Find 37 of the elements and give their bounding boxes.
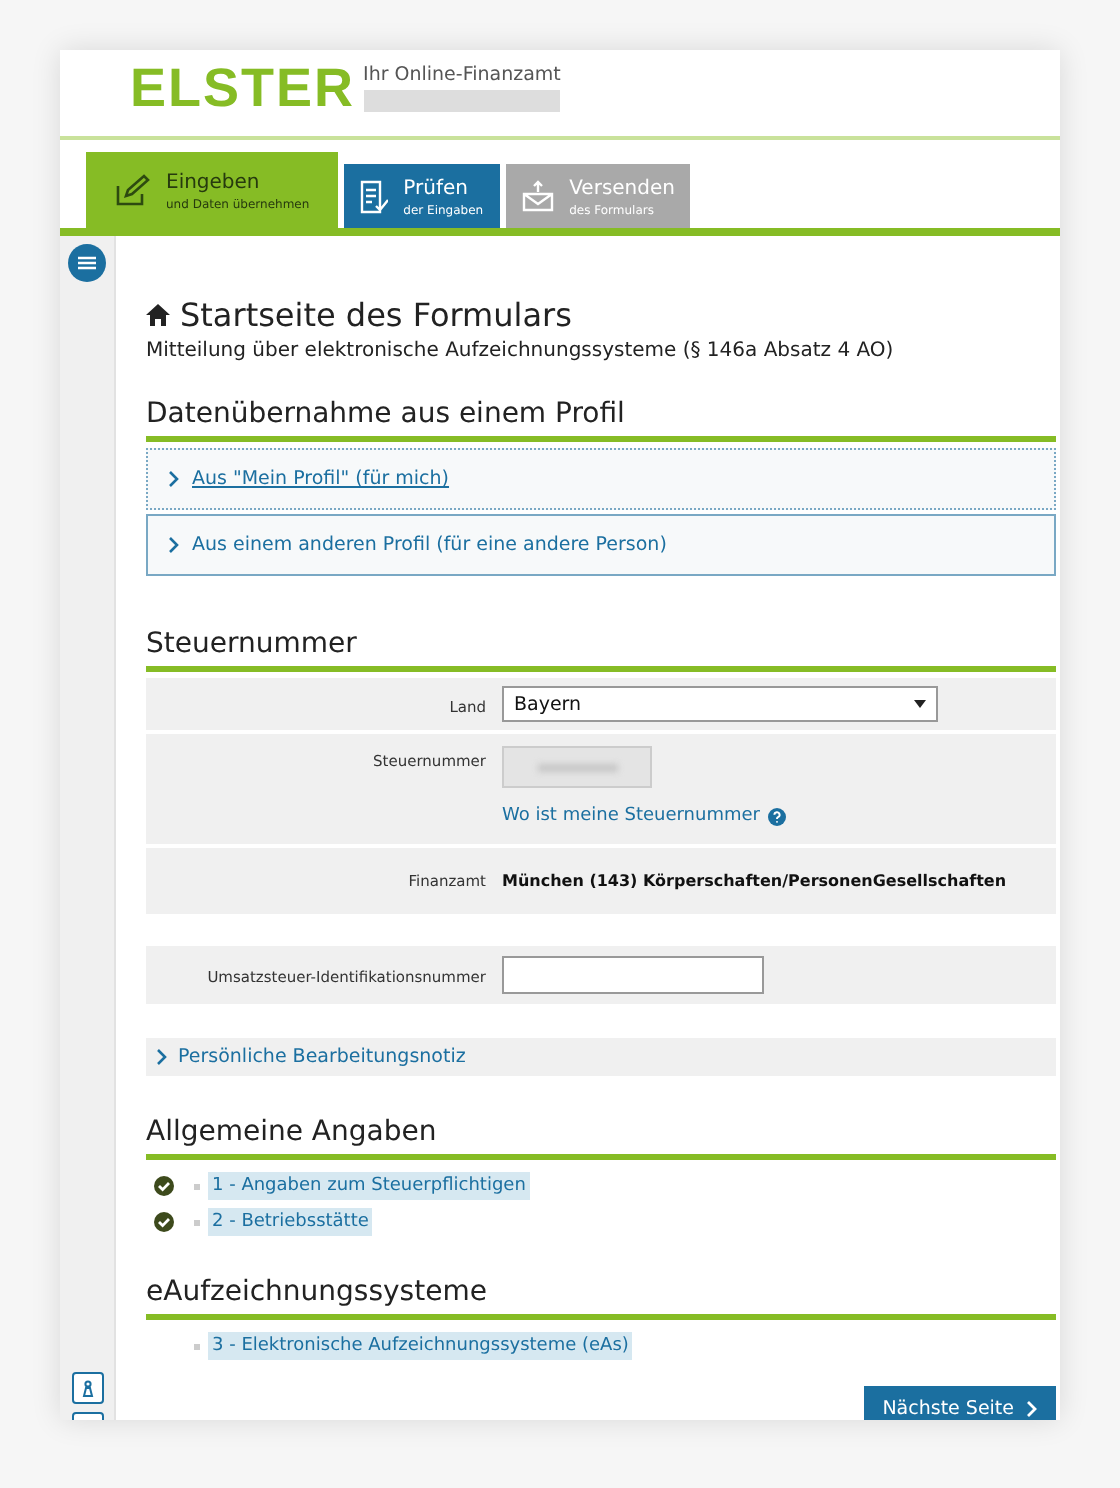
tagline: Ihr Online-Finanzamt (363, 64, 560, 112)
tax-office-value: München (143) Körperschaften/PersonenGesellschaften (502, 870, 1007, 890)
tab-title: Versenden (569, 178, 675, 200)
accordion-item[interactable]: Aus "Mein Profil" (für mich) (146, 448, 1056, 510)
vat-id-field[interactable] (502, 956, 764, 994)
navigation-link[interactable]: 3 - Elektronische Aufzeichnungssysteme (eAs) (208, 1332, 633, 1360)
navigation-link[interactable]: 2 - Betriebsstätte (208, 1208, 373, 1236)
accordion-item[interactable]: Aus einem anderen Profil (für eine andere Person) (146, 514, 1056, 576)
country-dropdown[interactable]: Bayern (502, 686, 938, 722)
note-toggle[interactable]: Persönliche Bearbeitungsnotiz (146, 1038, 1056, 1076)
person-icon (81, 1379, 93, 1397)
chevron-icon (1026, 1400, 1038, 1418)
home-icon (146, 304, 170, 326)
tab-title: Eingeben (166, 172, 260, 194)
envelope-icon (521, 180, 554, 212)
help-icon (767, 807, 786, 825)
help-link[interactable]: Wo ist meine Steuernummer (502, 806, 760, 826)
chevron-icon (168, 470, 180, 488)
next-page-button[interactable]: Nächste Seite (864, 1386, 1056, 1420)
chevron-icon (156, 1048, 168, 1066)
tab-title: Prüfen (403, 178, 468, 200)
navigation-link[interactable]: 1 - Angaben zum Steuerpflichtigen (208, 1172, 530, 1200)
section-heading: Datenübernahme aus einem Profil (146, 398, 627, 430)
logo: ELSTER (130, 60, 356, 116)
section-heading: Steuernummer (146, 628, 359, 660)
chevron-icon (168, 536, 180, 554)
menu-button[interactable] (68, 244, 106, 282)
checklist-icon (359, 179, 388, 213)
dropdown-arrow-icon (914, 700, 926, 708)
section-heading: eAufzeichnungssysteme (146, 1276, 489, 1308)
person-button[interactable] (71, 1372, 103, 1404)
pencil-icon (114, 174, 150, 206)
tax-number-field[interactable] (502, 746, 652, 788)
section-heading: Allgemeine Angaben (146, 1116, 439, 1148)
page-subtitle: Mitteilung über elektronische Aufzeichnungssysteme (§ 146a Absatz 4 AO) (146, 340, 896, 362)
menu-icon (78, 256, 96, 270)
page-title: Startseite des Formulars (180, 296, 572, 334)
